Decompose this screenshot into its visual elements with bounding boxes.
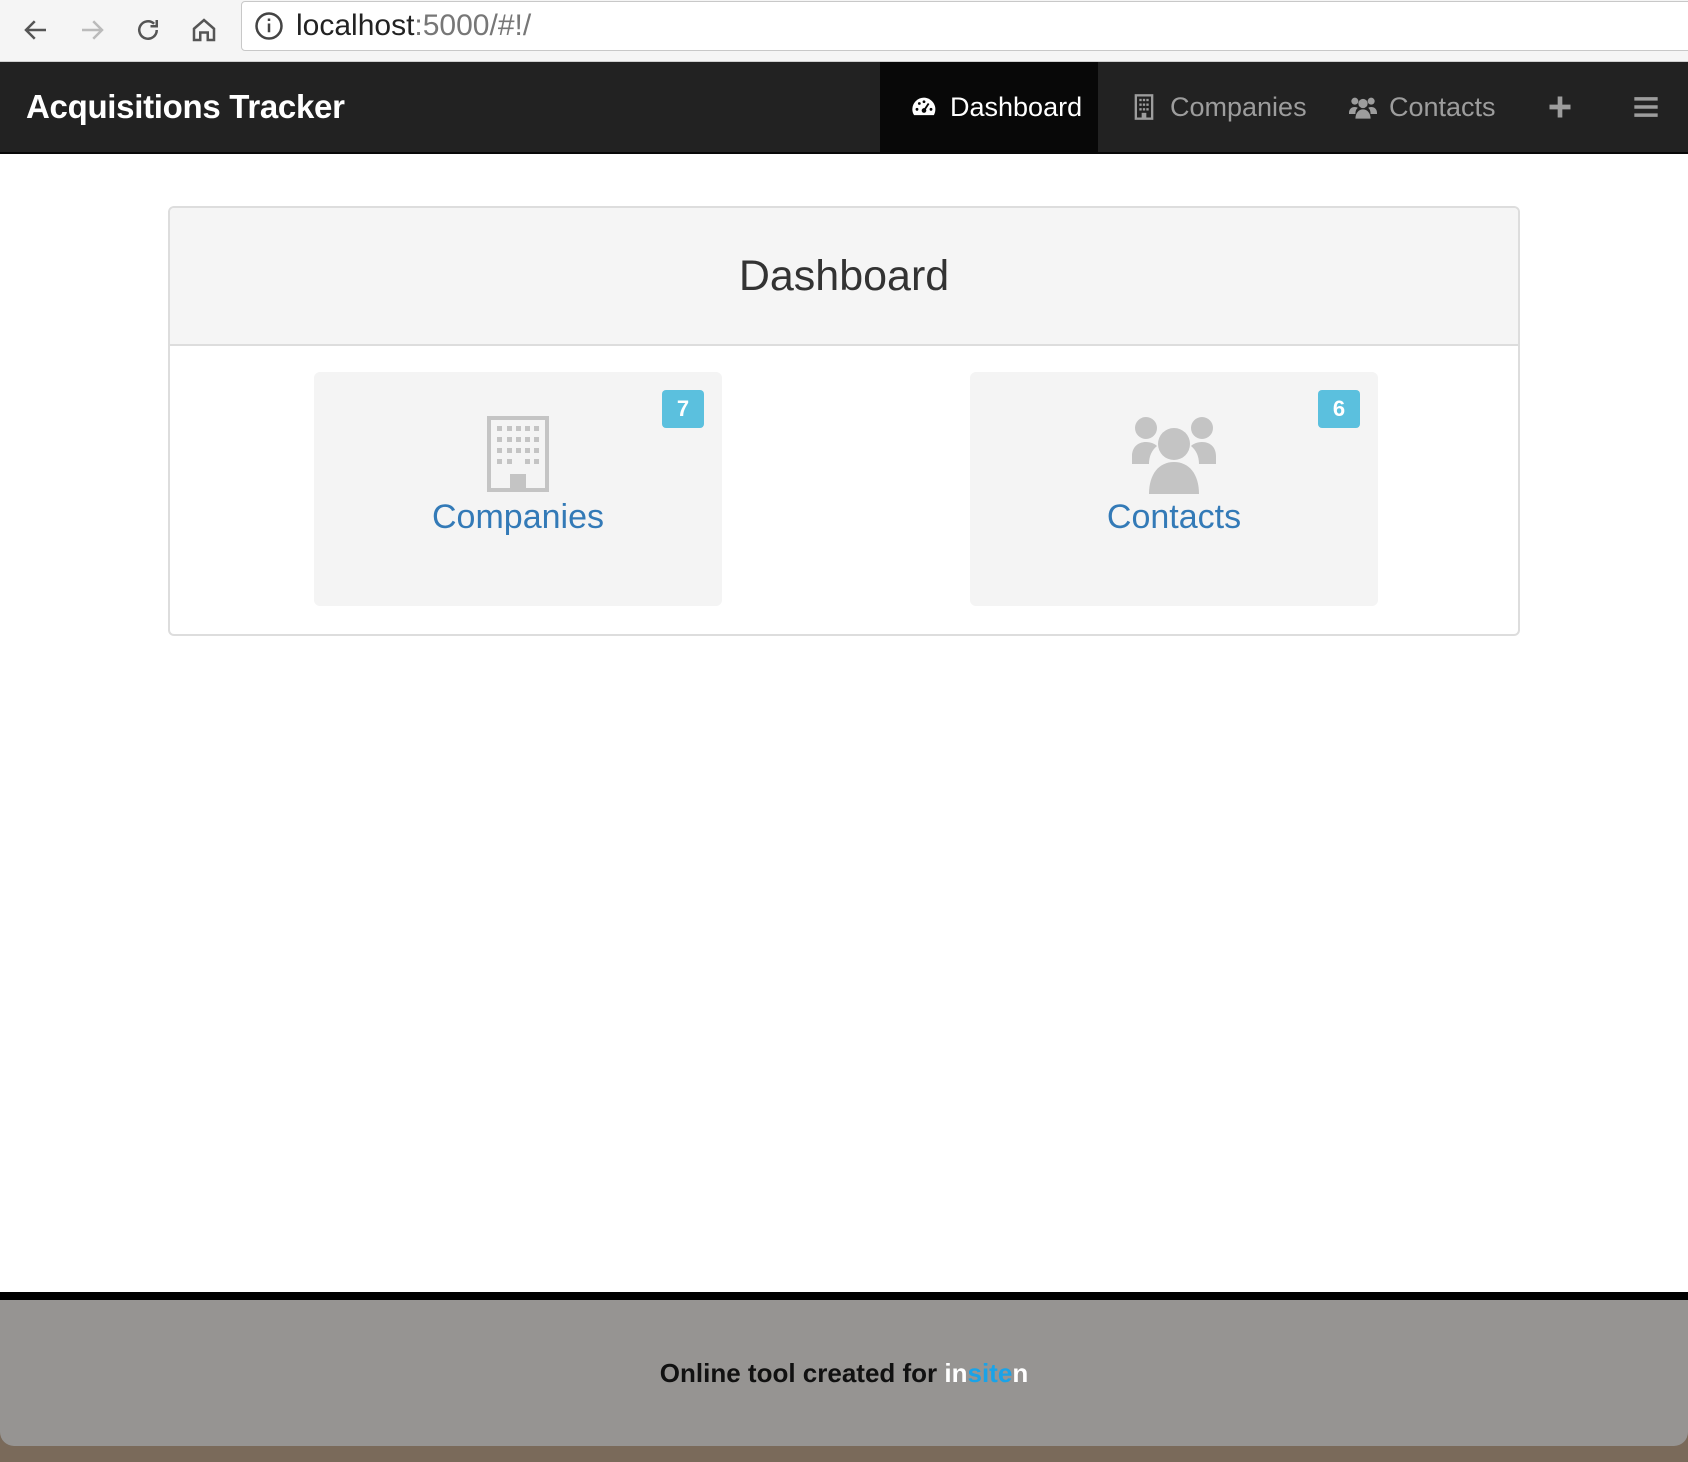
contacts-card-label[interactable]: Contacts: [970, 498, 1378, 537]
footer-brand-part1[interactable]: in: [944, 1358, 967, 1388]
info-icon[interactable]: [254, 11, 284, 41]
nav-item-contacts[interactable]: Contacts: [1345, 62, 1505, 152]
footer-bar: Online tool created for insiten: [0, 1300, 1688, 1446]
brand-title[interactable]: Acquisitions Tracker: [26, 88, 345, 126]
nav-item-companies[interactable]: Companies: [1120, 62, 1320, 152]
nav-label-contacts: Contacts: [1389, 91, 1496, 122]
reload-icon: [138, 20, 158, 40]
building-icon: [487, 416, 549, 492]
panel-heading: Dashboard: [170, 208, 1518, 346]
reload-button[interactable]: [126, 8, 170, 52]
nav-label-companies: Companies: [1170, 91, 1307, 122]
users-icon: [1349, 97, 1377, 119]
address-bar[interactable]: localhost:5000/#!/: [241, 1, 1688, 51]
home-icon: [192, 18, 216, 42]
dashboard-icon: [912, 97, 936, 116]
url-path: :5000/#!/: [414, 9, 532, 42]
arrow-left-icon: [24, 20, 46, 40]
forward-button[interactable]: [70, 8, 114, 52]
home-button[interactable]: [182, 8, 226, 52]
hamburger-icon: [1634, 97, 1658, 117]
url-host: localhost: [296, 9, 415, 42]
arrow-right-icon: [82, 20, 104, 40]
app-navbar: Acquisitions Tracker Dashboard Companies: [0, 62, 1688, 154]
dashboard-panel: Dashboard 7 Companies 6 Contacts: [168, 206, 1520, 636]
companies-card[interactable]: 7 Companies: [314, 372, 722, 606]
page-title: Dashboard: [738, 251, 950, 300]
browser-toolbar: localhost:5000/#!/: [0, 0, 1688, 62]
add-button[interactable]: [1540, 62, 1580, 152]
nav-label-dashboard: Dashboard: [950, 91, 1083, 122]
menu-button[interactable]: [1626, 62, 1666, 152]
plus-icon: [1549, 96, 1571, 118]
footer-text: Online tool created for insiten: [660, 1358, 1028, 1389]
building-icon: [1134, 94, 1154, 120]
footer-caption: Online tool created for: [659, 1357, 945, 1388]
footer-brand-part3[interactable]: n: [1012, 1358, 1028, 1388]
contacts-card[interactable]: 6 Contacts: [970, 372, 1378, 606]
footer-divider: [0, 1292, 1688, 1300]
contacts-count-badge: 6: [1318, 390, 1360, 428]
footer: Online tool created for insiten: [0, 1292, 1688, 1462]
back-button[interactable]: [14, 8, 58, 52]
footer-brand-part2[interactable]: site: [968, 1358, 1013, 1388]
users-icon: [1132, 417, 1216, 494]
companies-card-label[interactable]: Companies: [314, 498, 722, 537]
nav-item-dashboard[interactable]: Dashboard: [880, 62, 1098, 152]
companies-count-badge: 7: [662, 390, 704, 428]
